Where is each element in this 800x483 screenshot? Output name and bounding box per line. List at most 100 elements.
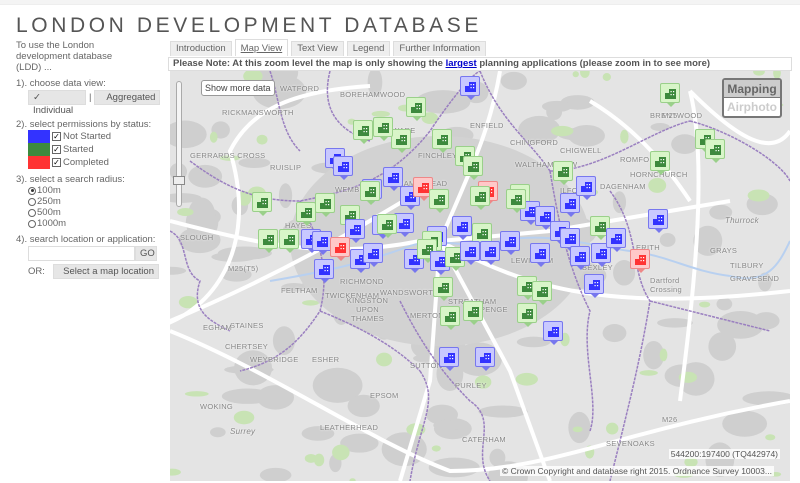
planning-application-marker-started[interactable] xyxy=(429,189,449,213)
building-icon xyxy=(653,214,664,225)
view-individual-button[interactable]: ✓ Individual xyxy=(28,90,86,116)
status-label: Completed xyxy=(63,157,109,168)
mapping-layer-button[interactable]: Mapping xyxy=(724,80,780,98)
place-label: SEVENOAKS xyxy=(606,439,655,448)
planning-application-marker-started[interactable] xyxy=(470,186,490,210)
planning-application-marker-not-started[interactable] xyxy=(576,176,596,200)
planning-application-marker-started[interactable] xyxy=(296,202,316,226)
green-space xyxy=(332,444,350,461)
planning-application-marker-completed[interactable] xyxy=(630,249,650,273)
planning-application-marker-started[interactable] xyxy=(377,214,397,238)
planning-application-marker-started[interactable] xyxy=(406,97,426,121)
tab-further-information[interactable]: Further Information xyxy=(393,41,487,56)
planning-application-marker-not-started[interactable] xyxy=(480,241,500,265)
place-label: EPSOM xyxy=(370,391,399,400)
zoom-slider[interactable] xyxy=(176,81,182,207)
planning-application-marker-started[interactable] xyxy=(432,129,452,153)
planning-application-marker-started[interactable] xyxy=(373,117,393,141)
planning-application-marker-not-started[interactable] xyxy=(570,246,590,270)
planning-application-marker-completed[interactable] xyxy=(330,237,350,261)
planning-application-marker-not-started[interactable] xyxy=(560,228,580,252)
place-label: KINGSTON UPON THAMES xyxy=(346,296,389,323)
radius-radio[interactable] xyxy=(28,186,36,195)
planning-application-marker-started[interactable] xyxy=(433,277,453,301)
planning-application-marker-started[interactable] xyxy=(391,129,411,153)
radius-option-2[interactable]: 500m xyxy=(28,207,166,218)
radius-option-0[interactable]: 100m xyxy=(28,185,166,196)
place-label: WEYBRIDGE xyxy=(250,355,299,364)
building-icon xyxy=(396,134,407,145)
radius-radio[interactable] xyxy=(28,219,36,228)
planning-application-marker-started[interactable] xyxy=(705,139,725,163)
planning-application-marker-started[interactable] xyxy=(660,83,680,107)
largest-link[interactable]: largest xyxy=(446,58,477,69)
planning-application-marker-not-started[interactable] xyxy=(439,347,459,371)
planning-application-marker-not-started[interactable] xyxy=(460,241,480,265)
radius-option-3[interactable]: 1000m xyxy=(28,218,166,229)
status-checkbox[interactable]: ✓ xyxy=(52,145,61,154)
building-icon xyxy=(465,246,476,257)
airphoto-layer-button[interactable]: Airphoto xyxy=(724,98,780,116)
planning-application-marker-started[interactable] xyxy=(532,281,552,305)
urban-area xyxy=(259,467,292,481)
planning-application-marker-not-started[interactable] xyxy=(648,209,668,233)
planning-application-marker-started[interactable] xyxy=(463,156,483,180)
select-map-location-button[interactable]: Select a map location xyxy=(53,264,159,279)
planning-application-marker-started[interactable] xyxy=(463,301,483,325)
urban-area xyxy=(708,332,737,361)
go-button[interactable]: GO xyxy=(135,246,157,261)
planning-application-marker-started[interactable] xyxy=(252,192,272,216)
planning-application-marker-not-started[interactable] xyxy=(606,228,626,252)
place-label: FINCHLEY xyxy=(418,151,458,160)
planning-application-marker-started[interactable] xyxy=(353,120,373,144)
status-checkbox[interactable]: ✓ xyxy=(52,132,61,141)
search-input[interactable] xyxy=(28,246,135,261)
planning-application-marker-not-started[interactable] xyxy=(475,347,495,371)
radius-label: 500m xyxy=(37,207,61,218)
tab-map-view[interactable]: Map View xyxy=(234,39,289,56)
green-space xyxy=(648,177,667,193)
tab-text-view[interactable]: Text View xyxy=(291,41,344,56)
green-space xyxy=(349,478,356,481)
building-icon xyxy=(565,233,576,244)
planning-application-marker-not-started[interactable] xyxy=(345,219,365,243)
tab-legend[interactable]: Legend xyxy=(346,41,391,56)
zoom-slider-handle[interactable] xyxy=(173,176,185,185)
status-checkbox[interactable]: ✓ xyxy=(52,158,61,167)
radius-option-1[interactable]: 250m xyxy=(28,196,166,207)
planning-application-marker-started[interactable] xyxy=(360,181,380,205)
radius-radio[interactable] xyxy=(28,208,36,217)
planning-application-marker-not-started[interactable] xyxy=(333,156,353,180)
planning-application-marker-not-started[interactable] xyxy=(383,167,403,191)
radius-radio[interactable] xyxy=(28,197,36,206)
planning-application-marker-not-started[interactable] xyxy=(500,231,520,255)
tab-introduction[interactable]: Introduction xyxy=(170,41,232,56)
planning-application-marker-started[interactable] xyxy=(472,223,492,247)
planning-application-marker-started[interactable] xyxy=(315,193,335,217)
planning-application-marker-not-started[interactable] xyxy=(312,231,332,255)
planning-application-marker-started[interactable] xyxy=(506,189,526,213)
planning-application-marker-started[interactable] xyxy=(650,151,670,175)
place-label: DAGENHAM xyxy=(600,182,646,191)
planning-application-marker-not-started[interactable] xyxy=(363,243,383,267)
planning-application-marker-not-started[interactable] xyxy=(394,213,414,237)
planning-application-marker-not-started[interactable] xyxy=(584,274,604,298)
planning-application-marker-not-started[interactable] xyxy=(452,216,472,240)
planning-application-marker-not-started[interactable] xyxy=(543,321,563,345)
building-icon xyxy=(284,234,295,245)
planning-application-marker-started[interactable] xyxy=(553,161,573,185)
step4-label: 4). search location or application: xyxy=(16,234,156,245)
place-label: BOREHAMWOOD xyxy=(340,90,406,99)
planning-application-marker-started[interactable] xyxy=(440,306,460,330)
planning-application-marker-not-started[interactable] xyxy=(530,243,550,267)
planning-application-marker-started[interactable] xyxy=(517,303,537,327)
building-icon xyxy=(535,248,546,259)
planning-application-marker-not-started[interactable] xyxy=(460,76,480,100)
show-more-data-button[interactable]: Show more data xyxy=(201,80,275,96)
planning-application-marker-started[interactable] xyxy=(258,229,278,253)
planning-application-marker-not-started[interactable] xyxy=(314,259,334,283)
planning-application-marker-started[interactable] xyxy=(279,229,299,253)
view-aggregated-button[interactable]: Aggregated xyxy=(94,90,161,105)
planning-application-marker-not-started[interactable] xyxy=(560,193,580,217)
map-canvas[interactable]: WATFORD BOREHAMWOOD ENFIELD CHINGFORD CHIGWE… xyxy=(170,71,790,481)
